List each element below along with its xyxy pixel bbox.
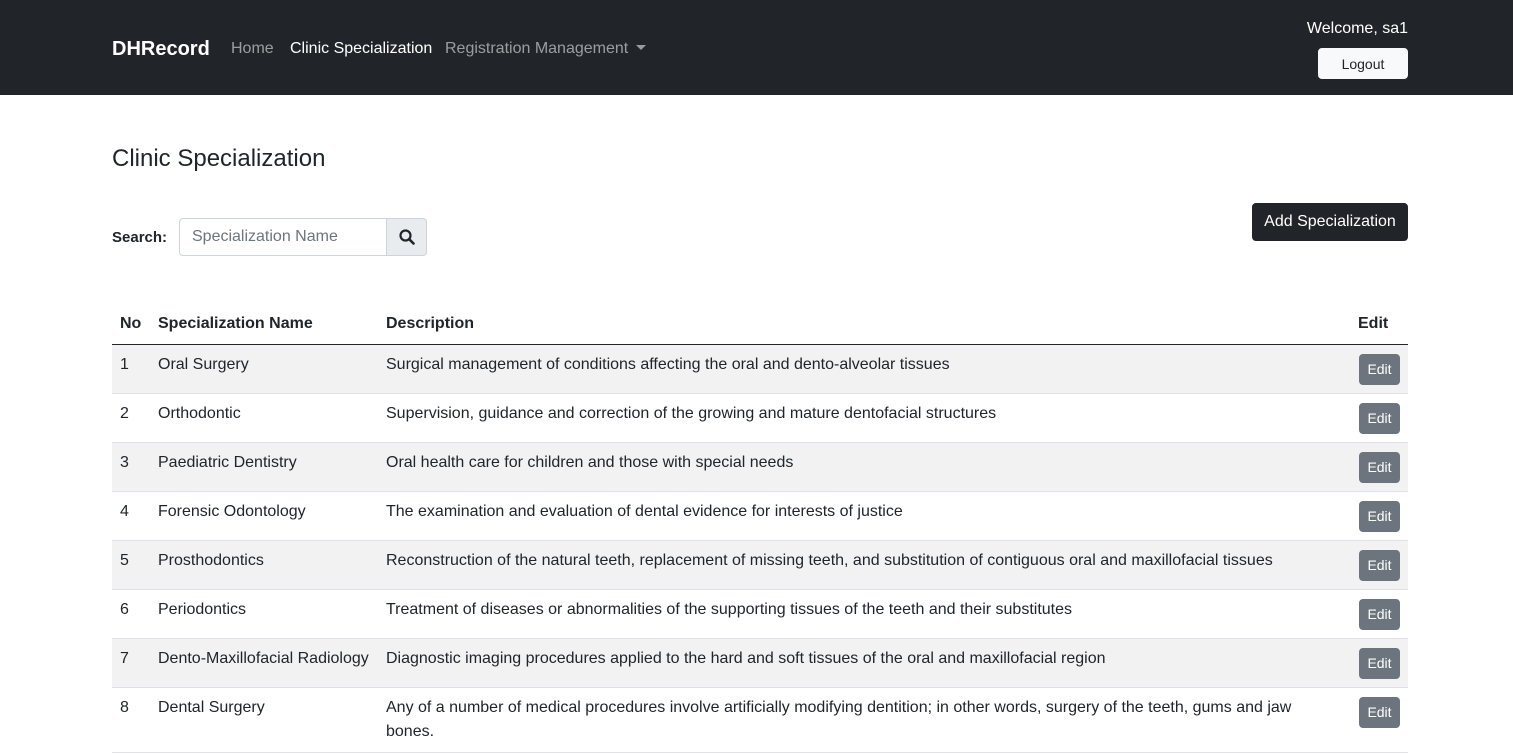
cell-edit: Edit (1336, 491, 1408, 541)
cell-edit: Edit (1336, 638, 1408, 688)
cell-specialization-name: Periodontics (150, 589, 378, 639)
cell-description: Treatment of diseases or abnormalities o… (378, 589, 1336, 639)
header-description: Description (378, 305, 1336, 345)
cell-no: 2 (112, 393, 150, 443)
header-specialization-name: Specialization Name (150, 305, 378, 345)
cell-edit: Edit (1336, 344, 1408, 394)
table-row: 8 Dental Surgery Any of a number of medi… (112, 687, 1408, 753)
cell-edit: Edit (1336, 589, 1408, 639)
cell-description: Supervision, guidance and correction of … (378, 393, 1336, 443)
cell-no: 4 (112, 491, 150, 541)
cell-no: 7 (112, 638, 150, 688)
cell-description: Diagnostic imaging procedures applied to… (378, 638, 1336, 688)
cell-specialization-name: Forensic Odontology (150, 491, 378, 541)
edit-button[interactable]: Edit (1359, 451, 1400, 483)
cell-description: The examination and evaluation of dental… (378, 491, 1336, 541)
cell-edit: Edit (1336, 442, 1408, 492)
cell-specialization-name: Oral Surgery (150, 344, 378, 394)
cell-edit: Edit (1336, 687, 1408, 753)
edit-button[interactable]: Edit (1359, 500, 1400, 532)
cell-description: Surgical management of conditions affect… (378, 344, 1336, 394)
nav-clinic-specialization[interactable]: Clinic Specialization (290, 38, 432, 60)
add-specialization-button[interactable]: Add Specialization (1252, 203, 1408, 241)
cell-specialization-name: Paediatric Dentistry (150, 442, 378, 492)
search-icon (398, 229, 415, 245)
edit-button[interactable]: Edit (1359, 353, 1400, 385)
cell-description: Oral health care for children and those … (378, 442, 1336, 492)
specialization-table: No Specialization Name Description Edit … (112, 305, 1408, 753)
edit-button[interactable]: Edit (1359, 549, 1400, 581)
page-title: Clinic Specialization (112, 145, 326, 172)
edit-button[interactable]: Edit (1359, 402, 1400, 434)
caret-down-icon (636, 45, 647, 50)
cell-no: 8 (112, 687, 150, 753)
cell-specialization-name: Orthodontic (150, 393, 378, 443)
nav-registration-management-dropdown[interactable]: Registration Management (445, 38, 647, 60)
search-label: Search: (112, 229, 168, 246)
welcome-text: Welcome, sa1 (1306, 20, 1408, 37)
cell-specialization-name: Dental Surgery (150, 687, 378, 753)
nav-registration-management-label: Registration Management (445, 40, 629, 57)
cell-edit: Edit (1336, 540, 1408, 590)
cell-edit: Edit (1336, 393, 1408, 443)
cell-specialization-name: Prosthodontics (150, 540, 378, 590)
table-row: 3 Paediatric Dentistry Oral health care … (112, 442, 1408, 492)
edit-button[interactable]: Edit (1359, 696, 1400, 728)
table-row: 5 Prosthodontics Reconstruction of the n… (112, 540, 1408, 590)
logout-button[interactable]: Logout (1318, 48, 1408, 79)
cell-no: 6 (112, 589, 150, 639)
cell-no: 3 (112, 442, 150, 492)
table-row: 7 Dento-Maxillofacial Radiology Diagnost… (112, 638, 1408, 688)
top-navbar: DHRecord Home Clinic Specialization Regi… (0, 0, 1513, 95)
brand-logo[interactable]: DHRecord (112, 36, 210, 62)
header-edit: Edit (1336, 305, 1408, 345)
cell-no: 1 (112, 344, 150, 394)
cell-description: Any of a number of medical procedures in… (378, 687, 1336, 753)
table-row: 4 Forensic Odontology The examination an… (112, 491, 1408, 541)
cell-no: 5 (112, 540, 150, 590)
search-group (179, 218, 427, 256)
table-header-row: No Specialization Name Description Edit (112, 305, 1408, 345)
search-input[interactable] (179, 218, 386, 256)
edit-button[interactable]: Edit (1359, 647, 1400, 679)
edit-button[interactable]: Edit (1359, 598, 1400, 630)
cell-description: Reconstruction of the natural teeth, rep… (378, 540, 1336, 590)
cell-specialization-name: Dento-Maxillofacial Radiology (150, 638, 378, 688)
table-row: 2 Orthodontic Supervision, guidance and … (112, 393, 1408, 443)
header-no: No (112, 305, 150, 345)
search-button[interactable] (386, 218, 427, 256)
specialization-table-container: No Specialization Name Description Edit … (112, 305, 1408, 753)
table-row: 6 Periodontics Treatment of diseases or … (112, 589, 1408, 639)
table-row: 1 Oral Surgery Surgical management of co… (112, 344, 1408, 394)
nav-home[interactable]: Home (231, 38, 274, 60)
